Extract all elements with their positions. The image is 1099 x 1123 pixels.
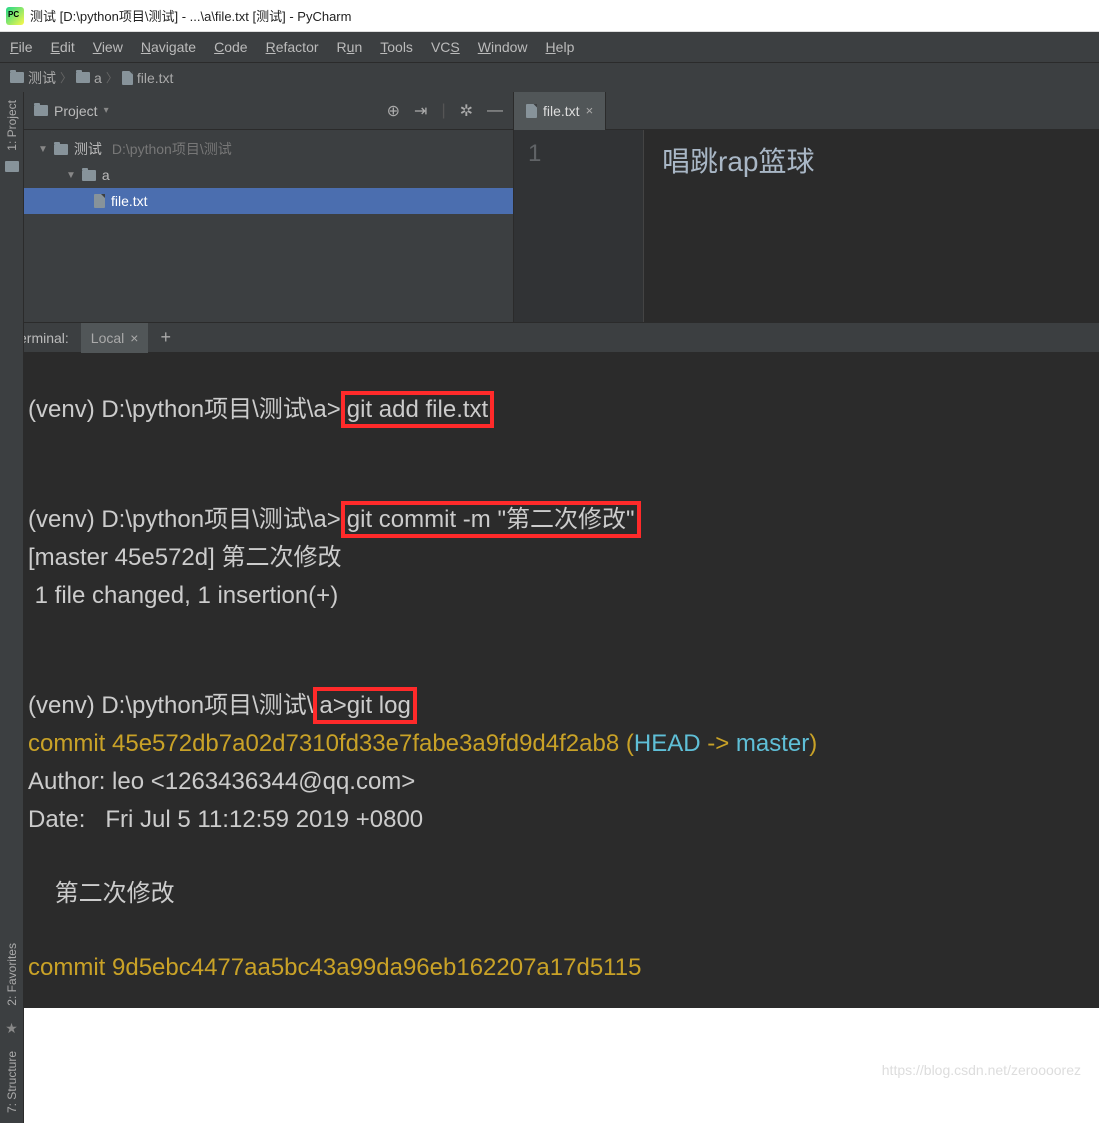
- code-line: 唱跳rap篮球: [662, 146, 814, 177]
- tree-label: 测试: [74, 139, 102, 159]
- crumb-label: a: [94, 70, 102, 86]
- watermark: https://blog.csdn.net/zeroooorez: [882, 1062, 1081, 1078]
- terminal-tab-local[interactable]: Local ×: [81, 323, 149, 353]
- folder-icon: [82, 170, 96, 181]
- breadcrumb: 测试 〉 a 〉 file.txt: [0, 62, 1099, 92]
- locate-icon[interactable]: ⊕: [387, 101, 400, 121]
- file-icon: [122, 71, 133, 85]
- tree-label: file.txt: [111, 193, 148, 209]
- chevron-right-icon: 〉: [60, 69, 72, 86]
- tree-dir[interactable]: ▼ a: [24, 162, 513, 188]
- folder-icon: [10, 72, 24, 83]
- folder-icon: [76, 72, 90, 83]
- side-tab-favorites[interactable]: 2: Favorites: [5, 943, 19, 1006]
- folder-icon: [34, 105, 48, 116]
- project-tree: ▼ 测试 D:\python项目\测试 ▼ a file.txt: [24, 130, 513, 220]
- highlight-box: a>git log: [313, 687, 416, 724]
- terminal-tabs: Terminal: Local × +: [0, 322, 1099, 352]
- terminal-tab-label: Local: [91, 330, 124, 346]
- breadcrumb-root[interactable]: 测试: [10, 68, 56, 88]
- editor-tabbar: file.txt ×: [514, 92, 1099, 130]
- project-title-label: Project: [54, 103, 98, 119]
- tab-label: file.txt: [543, 103, 580, 119]
- tree-path: D:\python项目\测试: [112, 139, 232, 159]
- breadcrumb-file[interactable]: file.txt: [122, 70, 174, 86]
- title-bar: 测试 [D:\python项目\测试] - ...\a\file.txt [测试…: [0, 0, 1099, 32]
- breadcrumb-dir[interactable]: a: [76, 70, 102, 86]
- folder-icon: [54, 144, 68, 155]
- pycharm-icon: [6, 7, 24, 25]
- window-title: 测试 [D:\python项目\测试] - ...\a\file.txt [测试…: [30, 6, 351, 25]
- editor-tab[interactable]: file.txt ×: [514, 92, 606, 130]
- close-icon[interactable]: ×: [586, 103, 594, 118]
- menu-run[interactable]: Run: [337, 39, 363, 55]
- menu-edit[interactable]: Edit: [51, 39, 75, 55]
- project-header: Project ▾ ⊕ ⇥ | ✲ —: [24, 92, 513, 130]
- menu-navigate[interactable]: Navigate: [141, 39, 196, 55]
- highlight-box: git add file.txt: [341, 391, 494, 428]
- terminal-line: (venv) D:\python项目\测试\a>git add file.txt…: [28, 392, 1071, 988]
- project-dropdown[interactable]: Project ▾: [34, 103, 109, 119]
- collapse-icon[interactable]: ⇥: [414, 101, 427, 121]
- minimize-icon[interactable]: —: [487, 102, 503, 120]
- editor-body[interactable]: 1 唱跳rap篮球: [514, 130, 1099, 322]
- project-panel: Project ▾ ⊕ ⇥ | ✲ — ▼ 测试 D:\python项目\测试 …: [24, 92, 514, 322]
- menu-tools[interactable]: Tools: [380, 39, 413, 55]
- file-icon: [526, 104, 537, 118]
- menu-window[interactable]: Window: [478, 39, 528, 55]
- chevron-right-icon: 〉: [106, 69, 118, 86]
- gear-icon[interactable]: ✲: [460, 101, 473, 121]
- chevron-down-icon: ▼: [38, 144, 48, 155]
- terminal-panel: Terminal: Local × + (venv) D:\python项目\测…: [0, 322, 1099, 1008]
- folder-icon: [5, 161, 19, 172]
- line-gutter: 1: [514, 130, 644, 322]
- menu-help[interactable]: Help: [546, 39, 575, 55]
- crumb-label: file.txt: [137, 70, 174, 86]
- chevron-down-icon: ▼: [66, 170, 76, 181]
- menu-vcs[interactable]: VCS: [431, 39, 460, 55]
- chevron-down-icon: ▾: [104, 105, 109, 116]
- left-gutter: 1: Project: [0, 92, 24, 322]
- add-terminal-button[interactable]: +: [148, 327, 183, 348]
- crumb-label: 测试: [28, 68, 56, 88]
- menu-file[interactable]: File: [10, 39, 33, 55]
- tree-file-selected[interactable]: file.txt: [24, 188, 513, 214]
- terminal-output[interactable]: (venv) D:\python项目\测试\a>git add file.txt…: [0, 352, 1099, 1008]
- left-side-tabs: 2: Favorites ★ 7: Structure: [0, 294, 24, 1123]
- side-tab-project[interactable]: 1: Project: [5, 100, 19, 151]
- main-area: 1: Project Project ▾ ⊕ ⇥ | ✲ — ▼ 测试 D:\p: [0, 92, 1099, 322]
- menu-bar: File Edit View Navigate Code Refactor Ru…: [0, 32, 1099, 62]
- menu-refactor[interactable]: Refactor: [266, 39, 319, 55]
- highlight-box: git commit -m "第二次修改": [341, 501, 641, 538]
- editor: file.txt × 1 唱跳rap篮球: [514, 92, 1099, 322]
- side-tab-structure[interactable]: 7: Structure: [5, 1051, 19, 1113]
- menu-view[interactable]: View: [93, 39, 123, 55]
- project-toolbar: ⊕ ⇥ | ✲ —: [387, 101, 503, 121]
- line-number: 1: [528, 140, 643, 168]
- divider: |: [441, 102, 445, 120]
- close-icon[interactable]: ×: [130, 330, 138, 346]
- editor-content[interactable]: 唱跳rap篮球: [644, 130, 1099, 322]
- star-icon: ★: [5, 1020, 18, 1037]
- file-icon: [94, 194, 105, 208]
- tree-root[interactable]: ▼ 测试 D:\python项目\测试: [24, 136, 513, 162]
- menu-code[interactable]: Code: [214, 39, 247, 55]
- tree-label: a: [102, 167, 110, 183]
